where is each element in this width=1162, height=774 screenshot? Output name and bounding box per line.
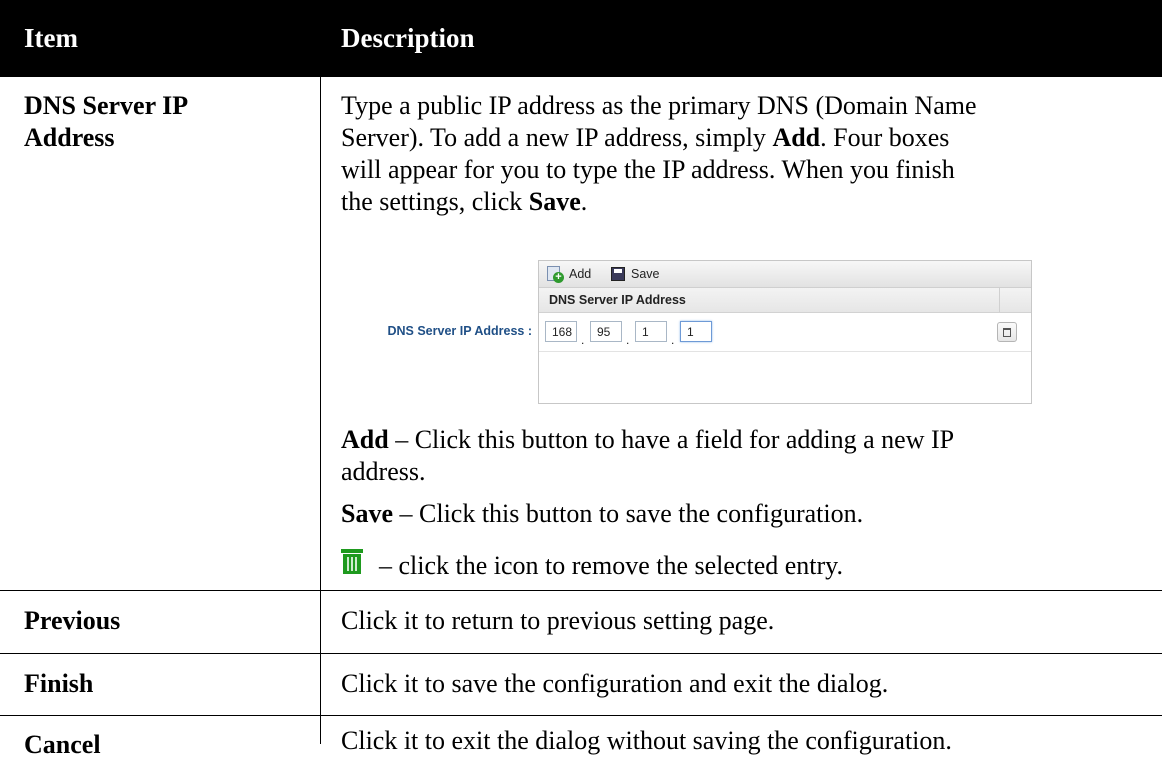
row-divider (0, 590, 1162, 591)
ip-separator: . (671, 333, 675, 347)
dns-settings-screenshot: DNS Server IP Address : + Add Save DNS S… (364, 260, 1032, 404)
ip-octet-2-input[interactable]: 95 (590, 321, 622, 342)
add-note-line2: address. (341, 457, 426, 486)
dns-desc-text: . Four boxes (820, 123, 950, 152)
row-divider (0, 653, 1162, 654)
item-dns-line1: DNS Server IP (24, 91, 189, 120)
header-description: Description (341, 23, 475, 53)
save-icon (611, 267, 625, 281)
save-note-text: – Click this button to save the configur… (393, 499, 864, 528)
dns-desc-line2: Server). To add a new IP address, simply… (341, 122, 1141, 154)
cancel-description: Click it to exit the dialog without savi… (341, 726, 952, 755)
trash-icon (1003, 328, 1011, 337)
item-dns-server: DNS Server IP Address (24, 90, 304, 154)
add-button[interactable]: + Add (547, 264, 591, 284)
dns-toolbar: + Add Save (539, 261, 1031, 288)
add-note-term: Add (341, 425, 389, 454)
header-item: Item (24, 23, 78, 53)
dns-desc-line4: the settings, click Save. (341, 186, 1141, 218)
dns-desc-text: . (580, 187, 588, 216)
dns-column-header-label: DNS Server IP Address (549, 293, 686, 307)
delete-entry-button[interactable] (997, 322, 1017, 342)
column-divider (320, 77, 321, 744)
item-finish: Finish (24, 669, 94, 698)
trash-note: – click the icon to remove the selected … (379, 551, 843, 580)
dns-desc-text: the settings, click (341, 187, 529, 216)
save-note: Save – Click this button to save the con… (341, 498, 1141, 530)
ip-octet-3-input[interactable]: 1 (635, 321, 667, 342)
add-note-text: – Click this button to have a field for … (388, 425, 955, 454)
ip-separator: . (626, 333, 630, 347)
dns-desc-line3: will appear for you to type the IP addre… (341, 155, 955, 184)
add-note-line1: Add – Click this button to have a field … (341, 424, 1141, 456)
dns-column-header: DNS Server IP Address (539, 288, 1031, 313)
dns-notes: Add – Click this button to have a field … (341, 424, 1141, 530)
ip-octet-4-input[interactable]: 1 (680, 321, 712, 342)
save-button[interactable]: Save (611, 264, 660, 284)
finish-description: Click it to save the configuration and e… (341, 669, 889, 698)
ip-octet-1-input[interactable]: 168 (545, 321, 577, 342)
dns-field-label: DNS Server IP Address : (387, 324, 532, 338)
save-note-term: Save (341, 499, 393, 528)
dns-description: Type a public IP address as the primary … (341, 90, 1141, 218)
ip-separator: . (581, 333, 585, 347)
dns-desc-line1: Type a public IP address as the primary … (341, 91, 977, 120)
item-dns-line2: Address (24, 123, 115, 152)
dns-desc-save-term: Save (528, 187, 581, 216)
trash-icon (341, 549, 363, 576)
row-divider (0, 715, 1162, 716)
previous-description: Click it to return to previous setting p… (341, 606, 775, 635)
dns-panel: + Add Save DNS Server IP Address 168 . 9… (538, 260, 1032, 404)
dns-desc-add-term: Add (772, 123, 821, 152)
table-header: Item Description (0, 0, 1162, 77)
save-button-label: Save (631, 267, 660, 281)
item-previous: Previous (24, 606, 121, 635)
dns-desc-text: Server). To add a new IP address, simply (341, 123, 773, 152)
item-cancel: Cancel (24, 730, 101, 759)
add-icon: + (547, 266, 564, 283)
dns-ip-row: 168 . 95 . 1 . 1 (539, 313, 1031, 352)
add-button-label: Add (569, 267, 592, 281)
